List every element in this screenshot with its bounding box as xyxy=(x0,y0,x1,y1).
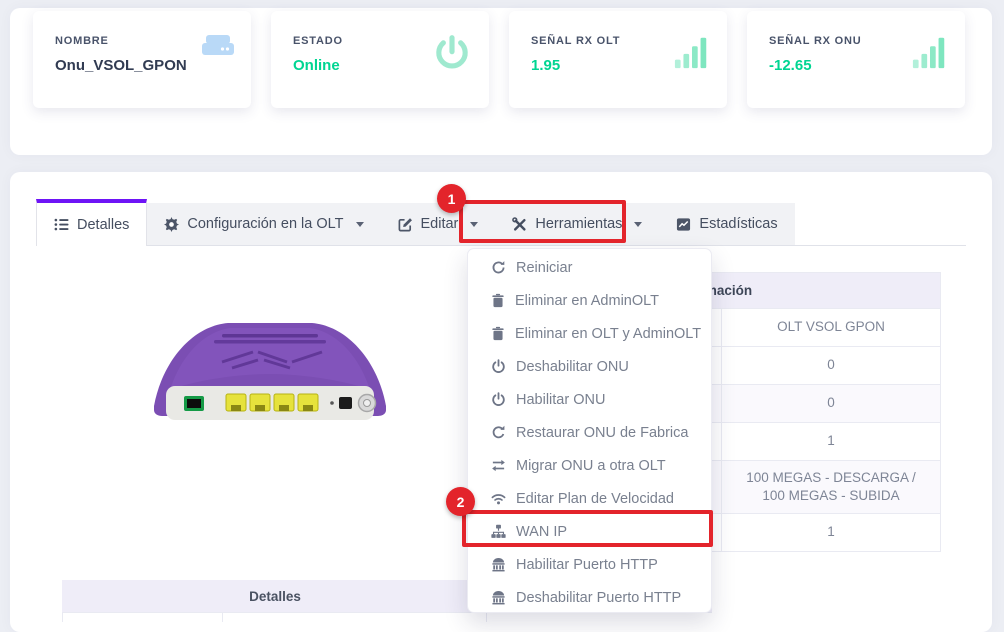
signal-bars-icon xyxy=(673,33,711,76)
list-icon xyxy=(54,218,69,231)
menu-item-wan-ip[interactable]: WAN IP xyxy=(468,515,711,548)
tools-icon xyxy=(512,216,526,231)
gear-icon xyxy=(164,216,180,232)
router-device-icon xyxy=(201,33,235,64)
info-value-cell: 0 xyxy=(827,357,835,373)
sync-icon xyxy=(492,261,505,274)
power-icon xyxy=(431,33,473,80)
tab-label: Editar xyxy=(420,216,459,232)
menu-item-eliminar-adminolt[interactable]: Eliminar en AdminOLT xyxy=(468,284,711,317)
archway-icon xyxy=(492,590,505,605)
step-badge-2: 2 xyxy=(446,487,475,516)
menu-item-habilitar-onu[interactable]: Habilitar ONU xyxy=(468,383,711,416)
menu-item-deshabilitar-puerto-http[interactable]: Deshabilitar Puerto HTTP xyxy=(468,581,711,614)
menu-item-label: Eliminar en OLT y AdminOLT xyxy=(515,325,702,342)
menu-item-label: Reiniciar xyxy=(516,259,573,276)
redo-icon xyxy=(492,425,505,439)
tab-detalles[interactable]: Detalles xyxy=(36,199,148,246)
stat-card-estado: ESTADO Online xyxy=(271,11,489,108)
menu-item-label: Eliminar en AdminOLT xyxy=(515,292,659,309)
menu-item-label: Habilitar Puerto HTTP xyxy=(516,556,658,573)
menu-item-label: Migrar ONU a otra OLT xyxy=(516,457,666,474)
menu-item-label: WAN IP xyxy=(516,523,568,540)
tab-configuracion-olt[interactable]: Configuración en la OLT xyxy=(147,203,381,245)
menu-item-reiniciar[interactable]: Reiniciar xyxy=(468,251,711,284)
archway-icon xyxy=(492,557,505,572)
chevron-down-icon xyxy=(634,221,643,227)
tab-herramientas[interactable]: Herramientas xyxy=(495,203,660,245)
menu-item-label: Habilitar ONU xyxy=(516,391,606,408)
exchange-icon xyxy=(492,459,505,472)
menu-item-restaurar-fabrica[interactable]: Restaurar ONU de Fabrica xyxy=(468,416,711,449)
info-value-cell: 1 xyxy=(827,433,835,449)
edit-icon xyxy=(398,217,412,231)
tab-label: Detalles xyxy=(77,216,130,233)
info-value-cell: 0 xyxy=(827,395,835,411)
stat-card-nombre: NOMBRE Onu_VSOL_GPON xyxy=(33,11,251,108)
menu-item-editar-plan-velocidad[interactable]: Editar Plan de Velocidad xyxy=(468,482,711,515)
trash-icon xyxy=(492,326,504,341)
menu-item-label: Deshabilitar Puerto HTTP xyxy=(516,589,682,606)
stat-card-senal-rx-olt: SEÑAL RX OLT 1.95 xyxy=(509,11,727,108)
menu-item-eliminar-olt-adminolt[interactable]: Eliminar en OLT y AdminOLT xyxy=(468,317,711,350)
info-value-cell: 100 MEGAS - DESCARGA / 100 MEGAS - SUBID… xyxy=(746,469,916,503)
menu-item-migrar-onu[interactable]: Migrar ONU a otra OLT xyxy=(468,449,711,482)
chart-line-icon xyxy=(677,217,691,231)
menu-item-deshabilitar-onu[interactable]: Deshabilitar ONU xyxy=(468,350,711,383)
herramientas-dropdown-menu: Reiniciar Eliminar en AdminOLT Eliminar … xyxy=(467,248,712,613)
chevron-down-icon xyxy=(355,221,364,227)
tab-editar[interactable]: Editar xyxy=(380,203,496,245)
menu-item-label: Restaurar ONU de Fabrica xyxy=(516,424,689,441)
tab-label: Configuración en la OLT xyxy=(187,216,344,232)
tab-estadisticas[interactable]: Estadísticas xyxy=(659,203,795,245)
chevron-down-icon xyxy=(470,221,479,227)
tab-label: Herramientas xyxy=(535,216,623,232)
stat-card-senal-rx-onu: SEÑAL RX ONU -12.65 xyxy=(747,11,965,108)
menu-item-label: Deshabilitar ONU xyxy=(516,358,629,375)
info-value-cell: OLT VSOL GPON xyxy=(777,319,885,335)
power-icon xyxy=(492,359,505,373)
menu-item-habilitar-puerto-http[interactable]: Habilitar Puerto HTTP xyxy=(468,548,711,581)
wifi-icon xyxy=(491,494,506,505)
tab-bar: Detalles Configuración en la OLT Editar xyxy=(36,199,966,246)
menu-item-label: Editar Plan de Velocidad xyxy=(516,490,674,507)
stats-panel: NOMBRE Onu_VSOL_GPON ESTADO Online SEÑAL… xyxy=(10,8,992,155)
info-value-cell: 1 xyxy=(827,524,835,540)
tab-label: Estadísticas xyxy=(699,216,778,232)
trash-icon xyxy=(492,293,504,308)
detalles-table-header: Detalles xyxy=(249,588,301,604)
step-badge-1: 1 xyxy=(437,184,466,213)
power-icon xyxy=(492,392,505,406)
sitemap-icon xyxy=(491,524,506,538)
onu-device-image xyxy=(154,323,386,420)
signal-bars-icon xyxy=(911,33,949,76)
